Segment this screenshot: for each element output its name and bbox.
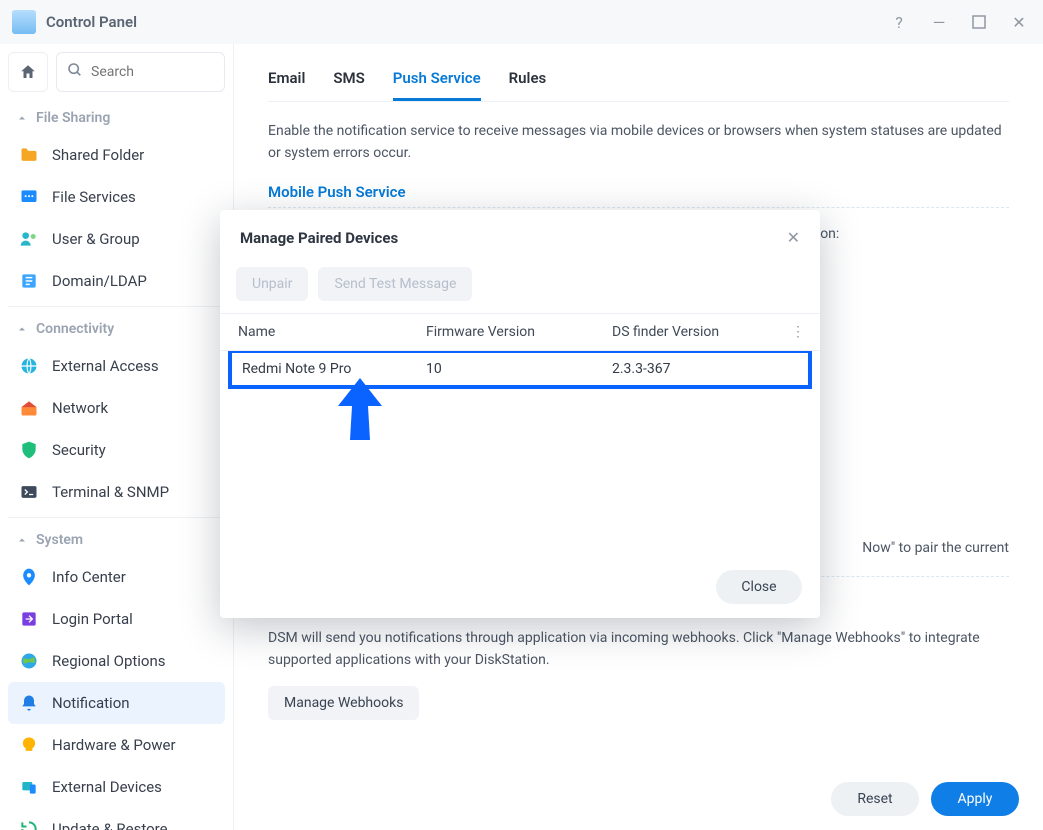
sidebar-item-label: External Access bbox=[52, 357, 159, 375]
sidebar-item-label: External Devices bbox=[52, 778, 162, 796]
sidebar-item-network[interactable]: Network bbox=[8, 387, 225, 429]
sidebar-item-label: Update & Restore bbox=[52, 820, 168, 830]
mobile-push-heading[interactable]: Mobile Push Service bbox=[268, 183, 1009, 208]
section-label: File Sharing bbox=[36, 110, 110, 126]
manage-paired-devices-dialog: Manage Paired Devices ✕ Unpair Send Test… bbox=[220, 210, 820, 618]
column-menu-icon[interactable]: ⋮ bbox=[784, 314, 812, 350]
dialog-title: Manage Paired Devices bbox=[240, 229, 787, 247]
tab-sms[interactable]: SMS bbox=[333, 54, 364, 101]
sidebar-item-domain-ldap[interactable]: Domain/LDAP bbox=[8, 260, 225, 302]
sidebar-item-label: File Services bbox=[52, 188, 136, 206]
tab-email[interactable]: Email bbox=[268, 54, 305, 101]
unpair-button[interactable]: Unpair bbox=[236, 267, 308, 301]
sidebar-item-external-access[interactable]: External Access bbox=[8, 345, 225, 387]
sidebar-item-label: Regional Options bbox=[52, 652, 166, 670]
folder-icon bbox=[18, 144, 40, 166]
manage-webhooks-button[interactable]: Manage Webhooks bbox=[268, 686, 419, 720]
portal-icon bbox=[18, 608, 40, 630]
sidebar-item-login-portal[interactable]: Login Portal bbox=[8, 598, 225, 640]
help-icon[interactable]: ? bbox=[887, 10, 911, 34]
annotation-arrow-icon bbox=[336, 378, 384, 446]
maximize-icon[interactable] bbox=[967, 10, 991, 34]
sidebar-item-update-restore[interactable]: Update & Restore bbox=[8, 808, 225, 830]
sidebar-item-notification[interactable]: Notification bbox=[8, 682, 225, 724]
sidebar-item-label: Login Portal bbox=[52, 610, 133, 628]
info-icon bbox=[18, 566, 40, 588]
file-services-icon bbox=[18, 186, 40, 208]
tabs: Email SMS Push Service Rules bbox=[268, 54, 1009, 102]
sidebar-item-label: Info Center bbox=[52, 568, 126, 586]
cell-firmware: 10 bbox=[416, 353, 602, 385]
tab-rules[interactable]: Rules bbox=[509, 54, 547, 101]
dialog-close-icon[interactable]: ✕ bbox=[787, 228, 800, 247]
search-input[interactable] bbox=[91, 64, 214, 80]
table-header: Name Firmware Version DS finder Version … bbox=[220, 314, 820, 351]
globe-color-icon bbox=[18, 650, 40, 672]
cell-name: Redmi Note 9 Pro bbox=[232, 353, 416, 385]
sidebar-item-terminal-snmp[interactable]: Terminal & SNMP bbox=[8, 471, 225, 513]
intro-text: Enable the notification service to recei… bbox=[268, 120, 1009, 165]
search-icon bbox=[67, 62, 83, 82]
bell-icon bbox=[18, 692, 40, 714]
sidebar-item-label: Network bbox=[52, 399, 108, 417]
restore-icon bbox=[18, 818, 40, 830]
domain-icon bbox=[18, 270, 40, 292]
apply-button[interactable]: Apply bbox=[931, 782, 1019, 816]
search-input-wrap[interactable] bbox=[56, 52, 225, 92]
sidebar-item-user-group[interactable]: User & Group bbox=[8, 218, 225, 260]
dialog-close-button[interactable]: Close bbox=[716, 570, 802, 604]
webhook-desc: DSM will send you notifications through … bbox=[268, 627, 1009, 672]
table-row[interactable]: Redmi Note 9 Pro 10 2.3.3-367 bbox=[228, 351, 812, 389]
col-firmware[interactable]: Firmware Version bbox=[416, 314, 602, 350]
reset-button[interactable]: Reset bbox=[831, 782, 919, 816]
network-icon bbox=[18, 397, 40, 419]
sidebar-item-label: Hardware & Power bbox=[52, 736, 176, 754]
sidebar-item-label: Domain/LDAP bbox=[52, 272, 147, 290]
app-icon bbox=[12, 10, 36, 34]
sidebar-item-label: User & Group bbox=[52, 230, 140, 248]
devices-icon bbox=[18, 776, 40, 798]
bulb-icon bbox=[18, 734, 40, 756]
section-file-sharing[interactable]: File Sharing bbox=[8, 100, 225, 134]
sidebar-item-regional-options[interactable]: Regional Options bbox=[8, 640, 225, 682]
users-icon bbox=[18, 228, 40, 250]
sidebar-item-security[interactable]: Security bbox=[8, 429, 225, 471]
section-label: System bbox=[36, 532, 83, 548]
cell-dsfinder: 2.3.3-367 bbox=[602, 353, 808, 385]
sidebar-item-file-services[interactable]: File Services bbox=[8, 176, 225, 218]
section-connectivity[interactable]: Connectivity bbox=[8, 311, 225, 345]
section-system[interactable]: System bbox=[8, 522, 225, 556]
col-dsfinder[interactable]: DS finder Version bbox=[602, 314, 784, 350]
section-label: Connectivity bbox=[36, 321, 114, 337]
sidebar-item-label: Security bbox=[52, 441, 106, 459]
sidebar-item-info-center[interactable]: Info Center bbox=[8, 556, 225, 598]
minimize-icon[interactable]: — bbox=[927, 10, 951, 34]
sidebar-item-label: Notification bbox=[52, 694, 130, 712]
col-name[interactable]: Name bbox=[228, 314, 416, 350]
tab-push-service[interactable]: Push Service bbox=[393, 54, 481, 101]
sidebar-item-external-devices[interactable]: External Devices bbox=[8, 766, 225, 808]
sidebar-item-hardware-power[interactable]: Hardware & Power bbox=[8, 724, 225, 766]
close-icon[interactable]: ✕ bbox=[1007, 10, 1031, 34]
window-title: Control Panel bbox=[46, 13, 871, 31]
sidebar-item-shared-folder[interactable]: Shared Folder bbox=[8, 134, 225, 176]
sidebar-item-label: Terminal & SNMP bbox=[52, 483, 169, 501]
terminal-icon bbox=[18, 481, 40, 503]
sidebar-item-label: Shared Folder bbox=[52, 146, 144, 164]
globe-icon bbox=[18, 355, 40, 377]
send-test-button[interactable]: Send Test Message bbox=[318, 267, 472, 301]
home-button[interactable] bbox=[8, 52, 48, 92]
shield-icon bbox=[18, 439, 40, 461]
